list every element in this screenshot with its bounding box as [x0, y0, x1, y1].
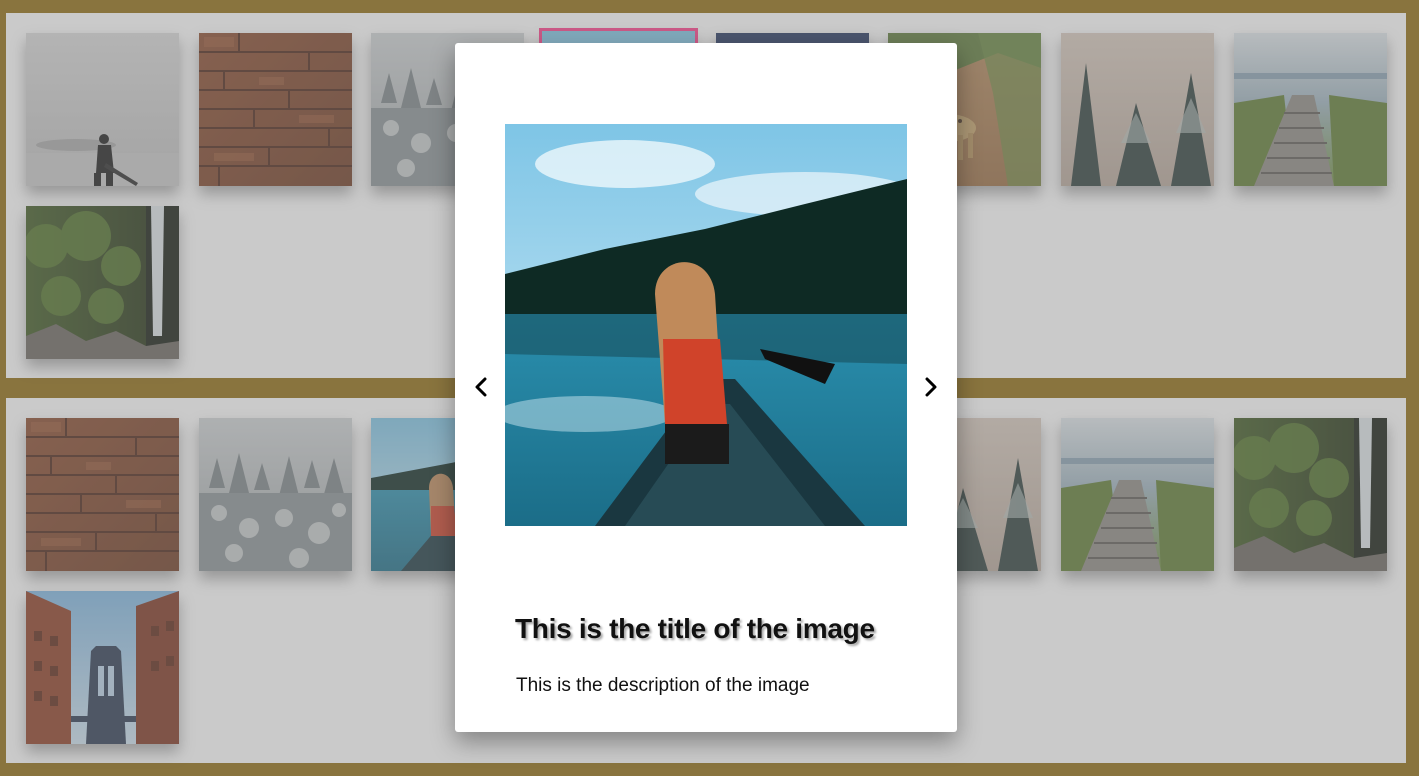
chevron-left-icon: [474, 377, 488, 397]
previous-image-button[interactable]: [469, 373, 493, 401]
image-title: This is the title of the image: [515, 613, 875, 644]
image-description: This is the description of the image: [516, 675, 810, 696]
lightbox-modal: This is the title of the image This is t…: [455, 43, 957, 732]
lightbox-image: [505, 124, 907, 526]
next-image-button[interactable]: [919, 373, 943, 401]
chevron-right-icon: [924, 377, 938, 397]
